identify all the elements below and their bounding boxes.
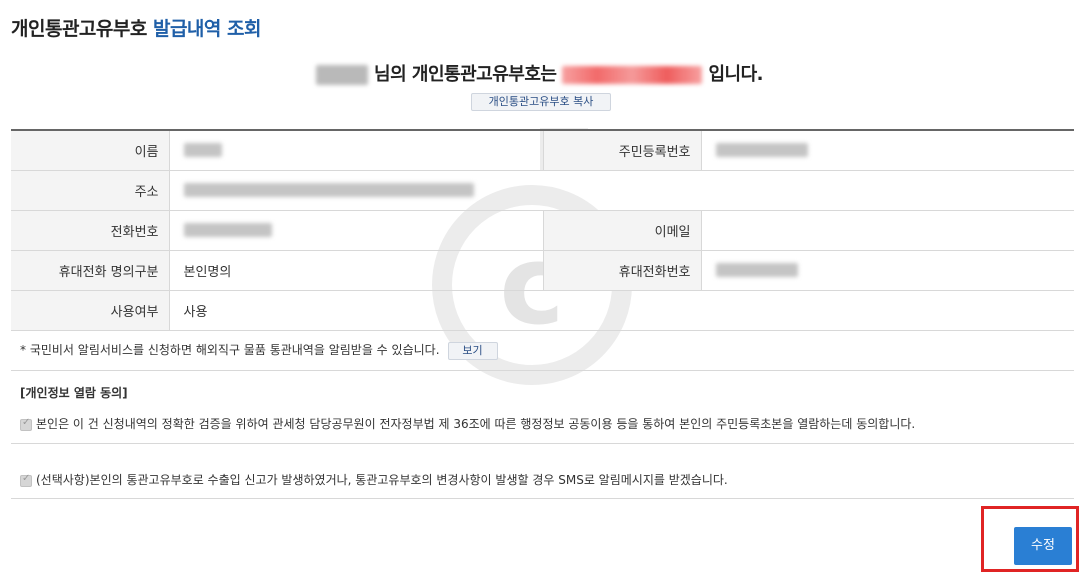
consent-text-2: (선택사항)본인의 통관고유부호로 수출입 신고가 발생하였거나, 통관고유부호…	[36, 473, 728, 487]
value-mobile-ownership: 본인명의	[169, 250, 543, 291]
value-name	[169, 130, 543, 171]
view-button[interactable]: 보기	[447, 341, 498, 360]
redacted-value	[715, 263, 798, 277]
consent-item-2: (선택사항)본인의 통관고유부호로 수출입 신고가 발생하였거나, 통관고유부호…	[20, 471, 728, 488]
value-phone	[169, 210, 543, 251]
edit-button[interactable]: 수정	[1014, 527, 1072, 565]
table-row: 휴대전화 명의구분 본인명의 휴대전화번호	[11, 250, 1074, 291]
copy-customs-code-button[interactable]: 개인통관고유부호 복사	[471, 93, 611, 111]
label-usage-status: 사용여부	[11, 290, 170, 331]
value-resident-number	[701, 130, 1074, 171]
label-address: 주소	[11, 170, 170, 211]
divider	[11, 370, 1074, 371]
label-resident-number: 주민등록번호	[542, 130, 702, 171]
page-title-accent: 발급내역 조회	[152, 18, 262, 40]
value-email	[701, 210, 1074, 251]
label-mobile-number: 휴대전화번호	[542, 250, 702, 291]
redacted-customs-code	[562, 66, 703, 84]
divider	[11, 498, 1074, 499]
redacted-value	[183, 223, 272, 237]
info-table: 이름 주민등록번호 주소 전화번호 이메일 휴대전화 명의구분 본인명의 휴대전…	[11, 129, 1074, 331]
consent-section-title: [개인정보 열람 동의]	[20, 386, 128, 400]
redacted-value	[183, 183, 474, 197]
label-phone: 전화번호	[11, 210, 170, 251]
notification-notice: * 국민비서 알림서비스를 신청하면 해외직구 물품 통관내역을 알림받을 수 …	[20, 341, 498, 360]
consent-item-1: 본인은 이 건 신청내역의 정확한 검증을 위하여 관세청 담당공무원이 전자정…	[20, 415, 915, 432]
divider	[11, 443, 1074, 444]
summary-text-1: 님의 개인통관고유부호는	[374, 64, 557, 85]
consent-text-1: 본인은 이 건 신청내역의 정확한 검증을 위하여 관세청 담당공무원이 전자정…	[36, 417, 916, 431]
redacted-value	[715, 143, 808, 158]
value-address	[169, 170, 1074, 211]
value-mobile-number	[701, 250, 1074, 291]
summary-text-2: 입니다.	[708, 64, 763, 85]
redacted-value	[183, 143, 222, 158]
value-usage-status: 사용	[169, 290, 1074, 331]
page-title-main: 개인통관고유부호	[11, 18, 147, 40]
consent-checkbox-2[interactable]	[20, 473, 32, 487]
table-row: 주소	[11, 170, 1074, 211]
notice-text: * 국민비서 알림서비스를 신청하면 해외직구 물품 통관내역을 알림받을 수 …	[20, 343, 440, 357]
table-row: 사용여부 사용	[11, 290, 1074, 331]
page-title: 개인통관고유부호 발급내역 조회	[11, 14, 261, 41]
consent-checkbox-1[interactable]	[20, 417, 32, 431]
table-row: 전화번호 이메일	[11, 210, 1074, 251]
customs-code-summary: 님의 개인통관고유부호는 입니다.	[0, 60, 1079, 86]
label-name: 이름	[11, 130, 170, 171]
label-email: 이메일	[542, 210, 702, 251]
label-mobile-ownership: 휴대전화 명의구분	[11, 250, 170, 291]
redacted-name	[316, 65, 369, 85]
table-row: 이름 주민등록번호	[11, 130, 1074, 171]
